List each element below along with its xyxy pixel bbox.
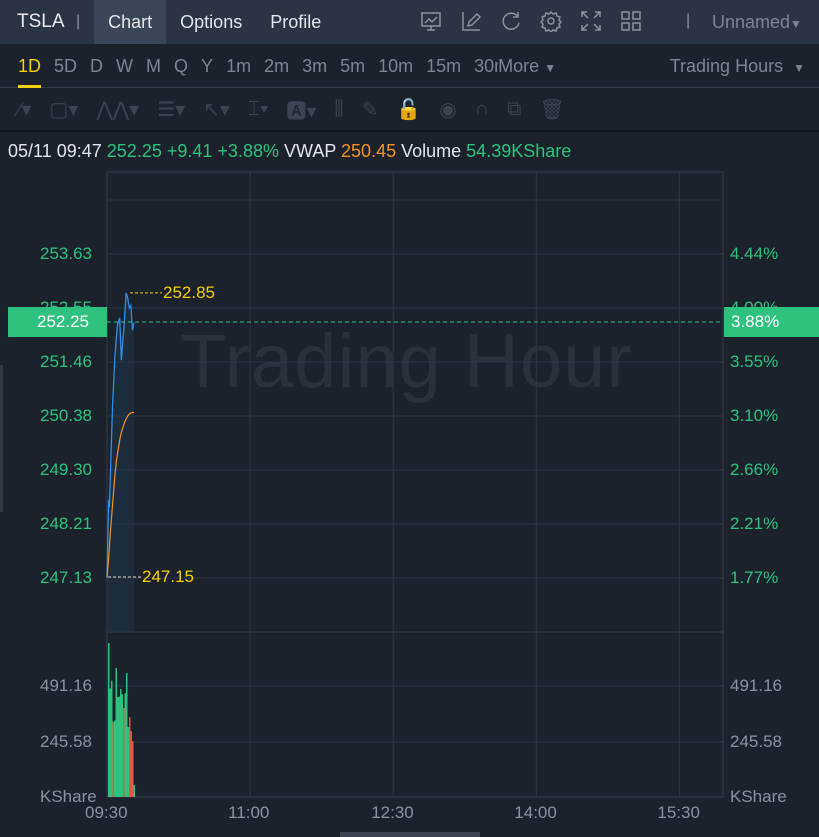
low-label: 247.15	[142, 567, 194, 586]
volume-bar	[120, 689, 122, 797]
current-pct-tag: 3.88%	[724, 307, 819, 337]
volume-bar	[130, 731, 132, 797]
vertical-scrollbar[interactable]	[0, 365, 3, 512]
time-tick: 14:00	[514, 803, 557, 822]
volume-unit: KShare	[40, 787, 97, 806]
volume-tick: 491.16	[730, 676, 782, 695]
pct-tick: 1.77%	[730, 568, 779, 587]
volume-tick: 245.58	[730, 732, 782, 751]
volume-tick: 491.16	[40, 676, 92, 695]
time-tick: 11:00	[228, 803, 270, 822]
time-tick: 12:30	[371, 803, 414, 822]
pct-tick: 2.66%	[730, 460, 779, 479]
volume-tick: 245.58	[40, 732, 92, 751]
volume-bar	[112, 721, 114, 797]
plot-frame	[106, 171, 724, 798]
price-tick: 250.38	[40, 406, 92, 425]
current-price-tag: 252.25	[8, 307, 107, 337]
volume-bar	[132, 741, 134, 797]
volume-bar	[118, 696, 120, 797]
price-tick: 248.21	[40, 514, 92, 533]
volume-bar	[124, 693, 126, 797]
pct-tick: 3.10%	[730, 406, 779, 425]
volume-unit: KShare	[730, 787, 787, 806]
high-label: 252.85	[163, 282, 215, 302]
price-tick: 253.63	[40, 244, 92, 263]
pct-tick: 4.44%	[730, 244, 779, 263]
pct-tick: 2.21%	[730, 514, 779, 533]
horizontal-scrollbar[interactable]	[340, 832, 480, 837]
volume-bar	[127, 726, 129, 797]
price-tick: 251.46	[40, 352, 92, 371]
price-chart[interactable]	[0, 0, 819, 837]
volume-bar	[121, 694, 123, 797]
volume-bar	[117, 697, 119, 797]
volume-bar	[133, 784, 135, 797]
price-tick: 247.13	[40, 568, 92, 587]
volume-bar	[114, 720, 116, 797]
price-tick: 249.30	[40, 460, 92, 479]
volume-bar	[115, 667, 117, 797]
volume-bar	[111, 680, 113, 797]
volume-bar	[126, 673, 128, 797]
volume-bar	[109, 688, 111, 797]
volume-bar	[129, 717, 131, 797]
volume-bar	[123, 708, 125, 797]
time-tick: 15:30	[657, 803, 700, 822]
volume-bar	[108, 643, 110, 797]
pct-tick: 3.55%	[730, 352, 779, 371]
